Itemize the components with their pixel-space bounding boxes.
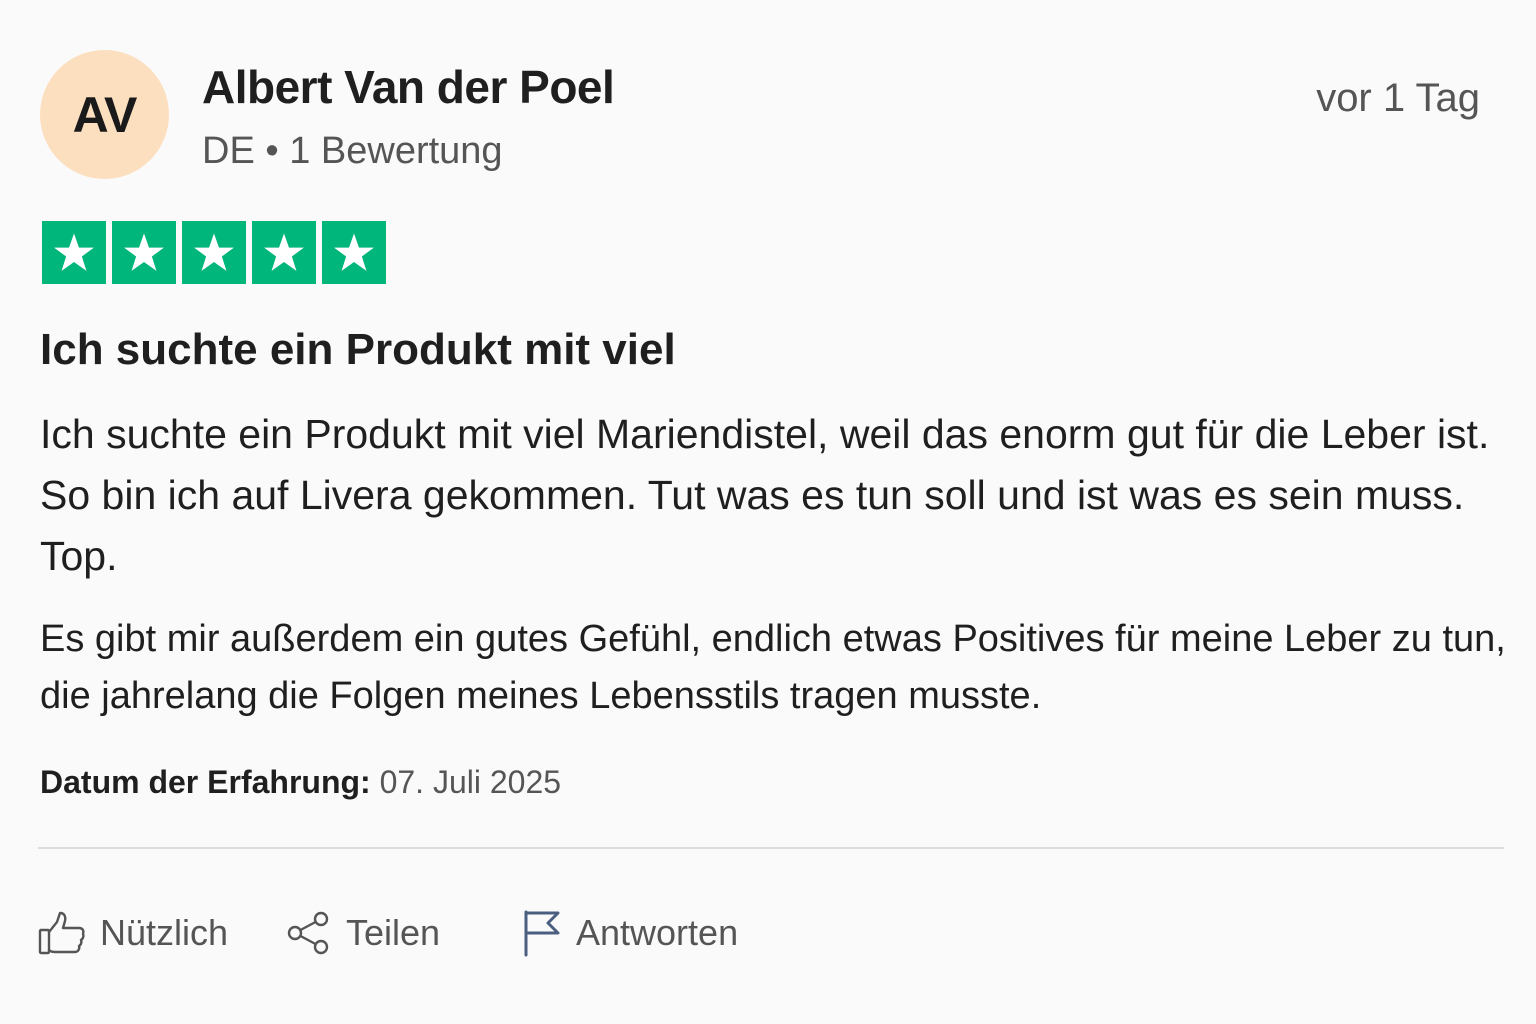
flag-icon bbox=[524, 910, 560, 957]
review-body-paragraph-2: Es gibt mir außerdem ein gutes Gefühl, e… bbox=[40, 618, 1506, 717]
rating-star-box bbox=[322, 221, 386, 284]
star-icon bbox=[194, 232, 234, 271]
star-icon bbox=[124, 232, 164, 271]
experience-date-label: Datum der Erfahrung: bbox=[40, 764, 371, 800]
rating-star-box bbox=[112, 221, 176, 284]
helpful-button[interactable]: Nützlich bbox=[38, 905, 228, 961]
star-icon bbox=[264, 232, 304, 271]
review-time: vor 1 Tag bbox=[1316, 76, 1480, 120]
star-icon bbox=[334, 232, 374, 271]
review-card: AV Albert Van der Poel DE • 1 Bewertung … bbox=[0, 0, 1536, 1024]
star-icon bbox=[54, 232, 94, 271]
share-label: Teilen bbox=[346, 912, 441, 953]
avatar[interactable]: AV bbox=[40, 50, 169, 179]
reviewer-meta: DE • 1 Bewertung bbox=[202, 130, 503, 172]
rating-star-box bbox=[182, 221, 246, 284]
experience-date-value: 07. Juli 2025 bbox=[379, 764, 562, 800]
star-rating bbox=[42, 221, 386, 284]
reply-label: Antworten bbox=[576, 912, 739, 953]
reviewer-name[interactable]: Albert Van der Poel bbox=[202, 60, 615, 114]
divider bbox=[38, 847, 1504, 849]
experience-date: Datum der Erfahrung: 07. Juli 2025 bbox=[40, 764, 561, 801]
reply-button[interactable]: Antworten bbox=[520, 905, 738, 961]
helpful-label: Nützlich bbox=[100, 912, 229, 953]
review-body-paragraph-1: Ich suchte ein Produkt mit viel Mariendi… bbox=[40, 411, 1490, 579]
rating-star-box bbox=[42, 221, 106, 284]
share-icon bbox=[287, 911, 329, 955]
rating-star-box bbox=[252, 221, 316, 284]
share-button[interactable]: Teilen bbox=[286, 905, 440, 961]
review-title[interactable]: Ich suchte ein Produkt mit viel bbox=[40, 325, 676, 375]
thumbs-up-icon bbox=[38, 911, 85, 955]
